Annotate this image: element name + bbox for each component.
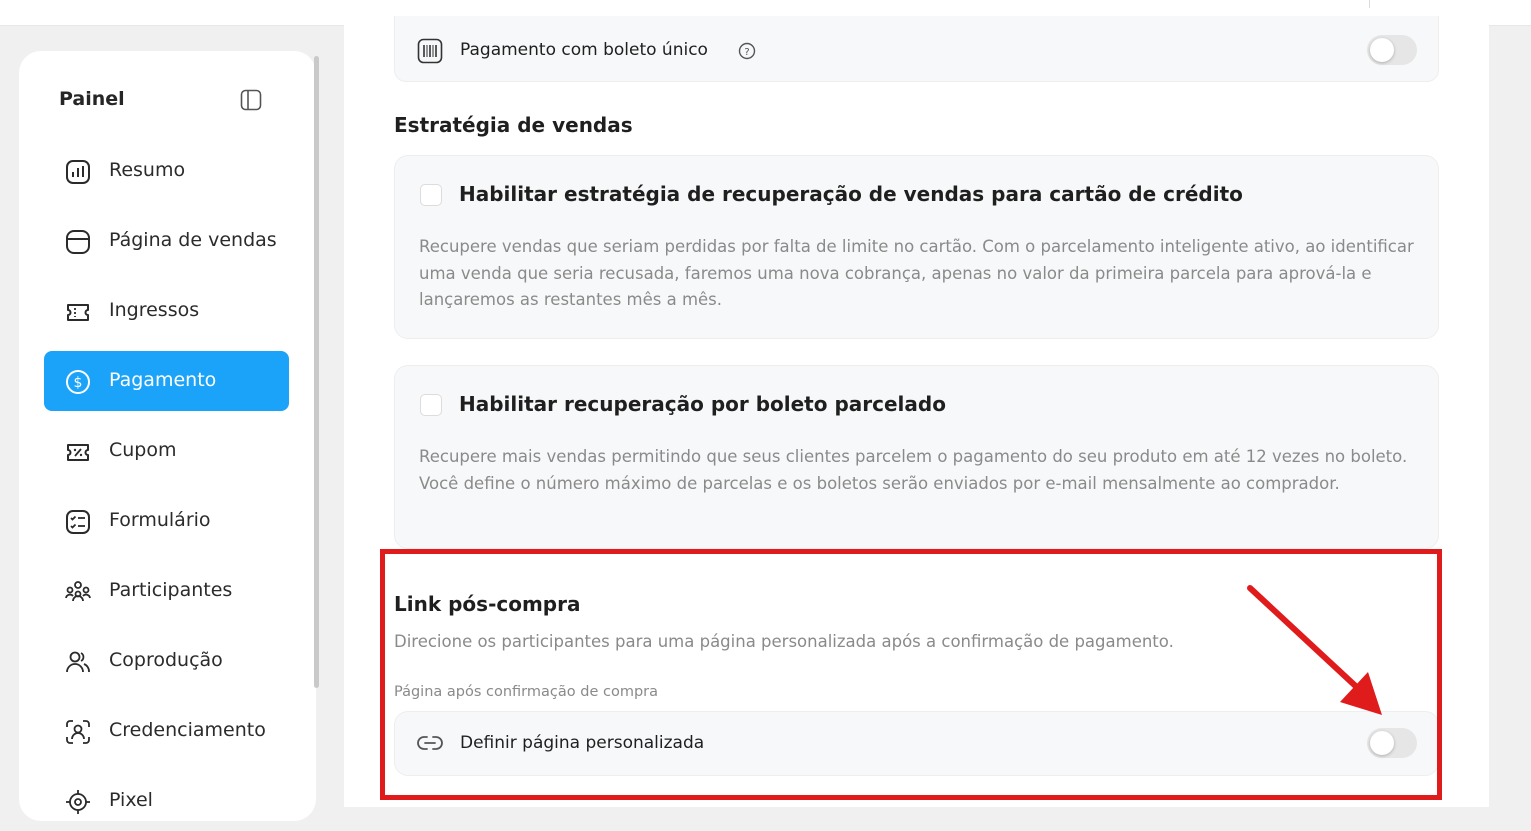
sidebar-item-label: Ingressos xyxy=(109,299,200,321)
boleto-recovery-checkbox[interactable] xyxy=(420,394,442,416)
sidebar-item-formulario[interactable]: Formulário xyxy=(44,491,289,551)
sidebar-item-coproducao[interactable]: Coprodução xyxy=(44,631,289,691)
sidebar-item-ingressos[interactable]: Ingressos xyxy=(44,281,289,341)
sidebar-item-label: Coprodução xyxy=(109,649,223,671)
boleto-unico-label: Pagamento com boleto único xyxy=(460,40,708,60)
sidebar-item-label: Participantes xyxy=(109,579,233,601)
barcode-icon xyxy=(417,38,443,64)
sidebar-item-label: Cupom xyxy=(109,439,177,461)
toggle-knob xyxy=(1370,38,1394,62)
sales-strategy-title: Estratégia de vendas xyxy=(394,113,633,137)
sidebar-collapse-icon[interactable] xyxy=(240,89,262,111)
form-icon xyxy=(66,510,90,534)
ticket-icon xyxy=(67,304,89,321)
browser-icon xyxy=(66,230,90,254)
chart-icon xyxy=(66,160,90,184)
boleto-recovery-title: Habilitar recuperação por boleto parcela… xyxy=(459,392,946,416)
svg-text:$: $ xyxy=(74,375,83,391)
sidebar-item-pixel[interactable]: Pixel xyxy=(44,771,289,831)
credit-card-recovery-checkbox[interactable] xyxy=(420,184,442,206)
arrow-annotation xyxy=(1247,585,1382,715)
sidebar-scrollbar[interactable] xyxy=(314,56,319,688)
sidebar-item-label: Resumo xyxy=(109,159,186,181)
sidebar-item-label: Pixel xyxy=(109,789,153,811)
sidebar-item-credenciamento[interactable]: Credenciamento xyxy=(44,701,289,761)
sidebar-item-label: Formulário xyxy=(109,509,211,531)
boleto-unico-toggle[interactable] xyxy=(1367,35,1417,65)
dollar-icon: $ xyxy=(66,370,90,394)
credit-card-recovery-title: Habilitar estratégia de recuperação de v… xyxy=(459,182,1243,206)
svg-text:?: ? xyxy=(744,47,749,58)
sidebar-title: Painel xyxy=(59,88,125,110)
sidebar-item-label: Pagamento xyxy=(109,369,217,391)
coupon-icon xyxy=(67,444,89,461)
sidebar-item-resumo[interactable]: Resumo xyxy=(44,141,289,201)
boleto-recovery-description: Recupere mais vendas permitindo que seus… xyxy=(419,447,1408,493)
credit-card-recovery-description: Recupere vendas que seriam perdidas por … xyxy=(419,237,1414,309)
pixel-icon xyxy=(66,790,90,814)
sidebar-item-participantes[interactable]: Participantes xyxy=(44,561,289,621)
sidebar-item-cupom[interactable]: Cupom xyxy=(44,421,289,481)
sidebar-item-label: Página de vendas xyxy=(109,229,277,251)
sidebar-item-pagamento[interactable]: $ Pagamento xyxy=(44,351,289,411)
users-icon xyxy=(66,651,90,673)
scan-user-icon xyxy=(66,720,90,744)
people-icon xyxy=(65,581,91,602)
top-bar-divider xyxy=(1369,0,1370,8)
sidebar-item-label: Credenciamento xyxy=(109,719,266,741)
sidebar-item-pagina-de-vendas[interactable]: Página de vendas xyxy=(44,211,289,271)
help-icon[interactable]: ? xyxy=(738,42,756,60)
